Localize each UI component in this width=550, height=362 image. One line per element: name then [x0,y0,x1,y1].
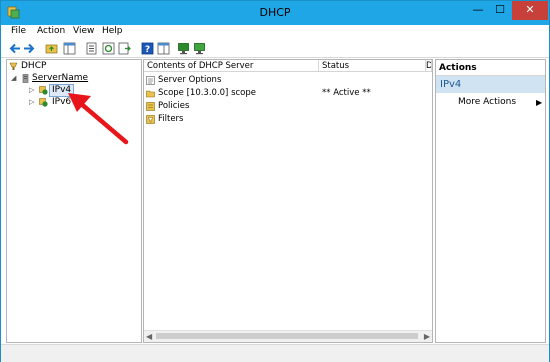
column-header-status[interactable]: Status [319,60,426,72]
server-monitor-icon[interactable] [177,42,190,55]
console-tree-pane: DHCP ◢ ServerName ▷ IPv4 ▷ IPv6 [6,59,142,343]
scope-folder-icon [146,90,155,98]
menu-file[interactable]: File [11,26,26,36]
item-status: ** Active ** [322,88,371,98]
menu-view[interactable]: View [73,26,94,36]
more-actions-link[interactable]: More Actions [458,97,516,107]
ipv6-node-icon [39,98,48,107]
maximize-button[interactable]: ☐ [489,1,511,20]
scrollbar-thumb[interactable] [156,333,418,339]
submenu-arrow-icon[interactable]: ▶ [536,98,542,107]
authorize-server-icon[interactable] [193,42,206,55]
status-bar [1,344,549,362]
action-pane-icon[interactable] [157,42,170,55]
ipv4-node-icon [39,86,48,95]
column-header-contents[interactable]: Contents of DHCP Server [144,60,319,72]
server-icon [22,74,29,83]
policies-icon [146,102,155,111]
dhcp-window: DHCP — ☐ ✕ File Action View Help ? DHCP … [0,0,550,362]
dhcp-root-icon [9,62,18,70]
minimize-button[interactable]: — [467,1,489,20]
item-name: Server Options [158,75,222,85]
column-header-description[interactable]: D [426,60,432,72]
toolbar: ? [1,40,549,58]
refresh-icon[interactable] [102,42,115,55]
actions-pane: Actions IPv4 More Actions ▶ [435,59,546,343]
help-icon[interactable]: ? [141,42,154,55]
red-arrow-icon [68,93,129,145]
properties-icon[interactable] [85,42,98,55]
title-bar[interactable]: DHCP — ☐ ✕ [1,1,549,25]
up-folder-icon[interactable] [45,42,58,55]
svg-text:?: ? [145,45,150,55]
server-options-icon [146,76,155,85]
export-list-icon[interactable] [118,42,131,55]
item-name: Policies [158,101,190,111]
menu-bar: File Action View Help [1,25,549,40]
forward-arrow-icon[interactable] [23,42,36,55]
horizontal-scrollbar[interactable]: ◀ ▶ [144,330,432,342]
expand-icon[interactable]: ▷ [29,99,35,106]
menu-help[interactable]: Help [102,26,123,36]
scroll-right-icon[interactable]: ▶ [424,332,430,341]
results-pane: Contents of DHCP Server Status D Server … [143,59,433,343]
item-name: Filters [158,114,184,124]
expand-icon[interactable]: ▷ [29,87,35,94]
filters-icon [146,115,155,124]
close-button[interactable]: ✕ [512,1,548,20]
actions-section-ipv4[interactable]: IPv4 [436,76,545,93]
show-hide-tree-icon[interactable] [63,42,76,55]
actions-header: Actions [436,60,545,76]
tree-label-dhcp: DHCP [21,61,47,71]
tree-label-servername: ServerName [32,73,89,83]
collapse-icon[interactable]: ◢ [11,75,17,82]
scroll-left-icon[interactable]: ◀ [146,332,152,341]
menu-action[interactable]: Action [37,26,65,36]
item-name: Scope [10.3.0.0] scope [158,88,257,98]
back-arrow-icon[interactable] [8,42,21,55]
